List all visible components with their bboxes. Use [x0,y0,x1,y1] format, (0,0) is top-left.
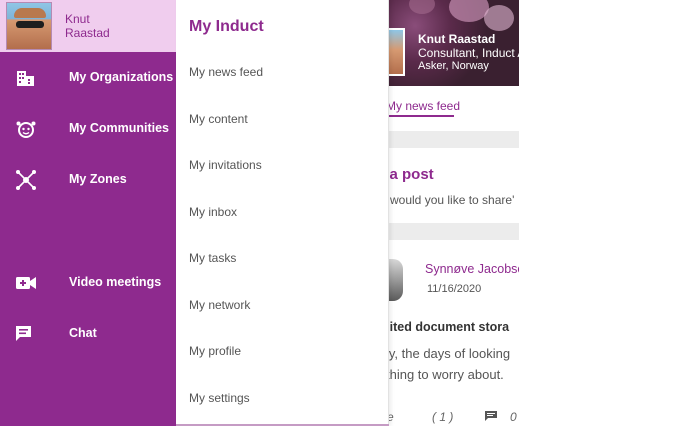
create-post-title: e a post [389,166,434,183]
menu-item-news-feed[interactable]: My news feed [189,65,263,79]
main-sidebar: Knut Raastad My Organizations My Communi… [0,0,176,426]
menu-item-network[interactable]: My network [189,298,250,312]
avatar[interactable] [6,2,52,50]
divider-band [389,131,519,148]
sidebar-item-zones[interactable]: My Zones [0,165,176,195]
comment-icon[interactable] [485,411,497,421]
post-body-line: ly, the days of looking [389,346,511,361]
building-icon [17,71,34,86]
menu-item-tasks[interactable]: My tasks [189,251,236,265]
sidebar-item-label: Video meetings [69,275,162,289]
menu-item-settings[interactable]: My settings [189,391,250,405]
sidebar-item-organizations[interactable]: My Organizations [0,63,176,93]
like-count: ( 1 ) [432,410,454,424]
cover-profile-role: Consultant, Induct A [418,46,519,60]
cover-profile-location: Asker, Norway [418,60,489,72]
my-induct-menu: My Induct My news feed My content My inv… [176,0,389,426]
user-last-name: Raastad [65,26,110,40]
news-feed-page: Knut Raastad Consultant, Induct A Asker,… [389,0,519,426]
chat-icon [16,326,31,341]
menu-item-content[interactable]: My content [189,112,248,126]
menu-title: My Induct [189,18,264,35]
zones-icon [16,170,36,190]
sidebar-item-label: My Communities [69,121,170,135]
menu-item-inbox[interactable]: My inbox [189,205,237,219]
user-first-name: Knut [65,12,90,26]
post-date: 11/16/2020 [427,283,482,295]
post-author-avatar[interactable] [389,259,403,301]
tab-news-feed[interactable]: My news feed [389,99,460,113]
user-name[interactable]: Knut Raastad [65,12,165,40]
sidebar-item-chat[interactable]: Chat [0,319,176,349]
comment-count: 0 [510,410,517,424]
sidebar-item-label: Chat [69,326,97,340]
video-add-icon [16,277,36,289]
post-author-name[interactable]: Synnøve Jacobse [425,262,519,276]
post-body-line: thing to worry about. [389,367,504,382]
menu-item-invitations[interactable]: My invitations [189,158,262,172]
sidebar-item-communities[interactable]: My Communities [0,114,176,144]
cover-avatar[interactable] [389,28,405,76]
profile-cover: Knut Raastad Consultant, Induct A Asker,… [389,0,519,86]
post-input[interactable]: would you like to share' [390,193,514,207]
menu-item-profile[interactable]: My profile [189,344,241,358]
post-headline: nited document stora [389,320,510,334]
cover-profile-name[interactable]: Knut Raastad [418,32,495,46]
user-profile-bar[interactable]: Knut Raastad [0,0,176,52]
sidebar-item-video-meetings[interactable]: Video meetings [0,268,176,298]
sidebar-item-label: My Organizations [69,70,174,84]
sidebar-item-label: My Zones [69,172,127,186]
divider-band [389,223,519,240]
like-button[interactable]: ke [389,410,394,424]
community-icon [16,121,36,138]
tab-active-indicator [389,115,454,117]
